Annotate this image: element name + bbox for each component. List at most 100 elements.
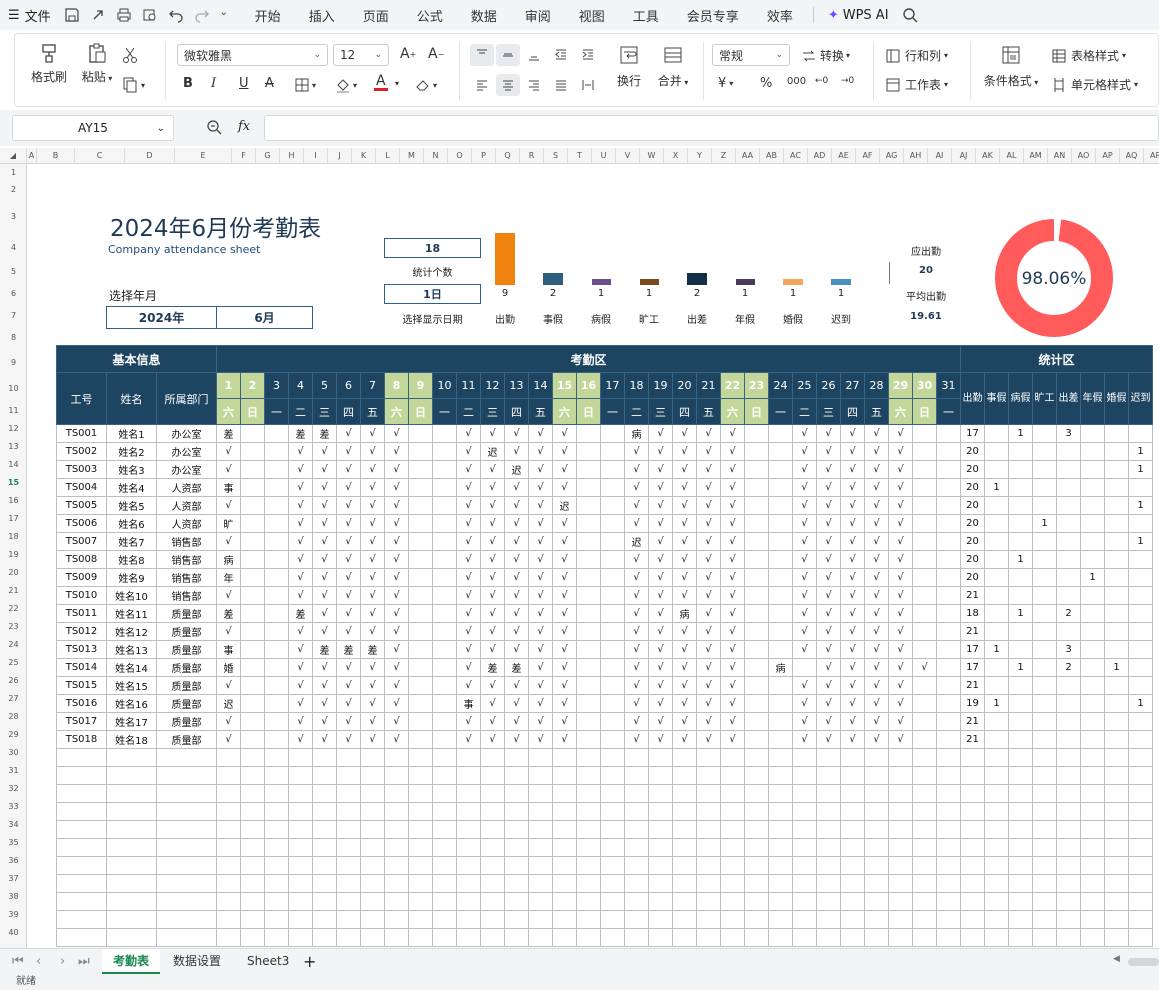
empty-cell[interactable] bbox=[840, 766, 865, 785]
empty-cell[interactable] bbox=[360, 928, 385, 947]
attendance-cell[interactable]: √ bbox=[312, 586, 337, 605]
attendance-cell[interactable]: √ bbox=[552, 622, 577, 641]
empty-cell[interactable] bbox=[1128, 802, 1153, 821]
attendance-cell[interactable] bbox=[912, 478, 937, 497]
attendance-cell[interactable]: √ bbox=[504, 442, 529, 461]
cell-id[interactable]: TS011 bbox=[56, 604, 107, 623]
attendance-cell[interactable] bbox=[576, 568, 601, 587]
empty-cell[interactable] bbox=[1056, 856, 1081, 875]
attendance-cell[interactable] bbox=[240, 694, 265, 713]
attendance-cell[interactable] bbox=[600, 622, 625, 641]
attendance-cell[interactable] bbox=[912, 532, 937, 551]
attendance-cell[interactable]: √ bbox=[336, 460, 361, 479]
attendance-cell[interactable]: √ bbox=[456, 424, 481, 443]
attendance-cell[interactable] bbox=[264, 568, 289, 587]
empty-cell[interactable] bbox=[576, 784, 601, 803]
attendance-cell[interactable]: √ bbox=[672, 694, 697, 713]
attendance-cell[interactable]: √ bbox=[888, 424, 913, 443]
empty-cell[interactable] bbox=[768, 748, 793, 767]
attendance-cell[interactable]: √ bbox=[840, 478, 865, 497]
attendance-cell[interactable]: √ bbox=[672, 730, 697, 749]
empty-cell[interactable] bbox=[56, 766, 107, 785]
empty-cell[interactable] bbox=[552, 874, 577, 893]
stat-cell[interactable] bbox=[1032, 550, 1057, 569]
attendance-cell[interactable] bbox=[432, 496, 457, 515]
stat-cell[interactable] bbox=[1008, 442, 1033, 461]
empty-cell[interactable] bbox=[576, 874, 601, 893]
empty-cell[interactable] bbox=[336, 928, 361, 947]
row-header[interactable]: 24 bbox=[0, 641, 27, 649]
attendance-cell[interactable]: √ bbox=[840, 712, 865, 731]
attendance-cell[interactable] bbox=[264, 730, 289, 749]
empty-cell[interactable] bbox=[528, 784, 553, 803]
border-button[interactable]: ▾ bbox=[294, 77, 316, 93]
stat-cell[interactable] bbox=[984, 550, 1009, 569]
attendance-cell[interactable]: √ bbox=[360, 532, 385, 551]
attendance-cell[interactable] bbox=[744, 568, 769, 587]
attendance-cell[interactable]: √ bbox=[888, 712, 913, 731]
attendance-cell[interactable] bbox=[432, 604, 457, 623]
attendance-cell[interactable]: √ bbox=[624, 550, 649, 569]
empty-cell[interactable] bbox=[1080, 928, 1105, 947]
attendance-cell[interactable] bbox=[600, 442, 625, 461]
attendance-cell[interactable] bbox=[408, 586, 433, 605]
cell-name[interactable]: 姓名15 bbox=[106, 676, 157, 695]
attendance-cell[interactable]: √ bbox=[336, 586, 361, 605]
stat-cell[interactable]: 21 bbox=[960, 712, 985, 731]
empty-cell[interactable] bbox=[576, 802, 601, 821]
stat-cell[interactable]: 1 bbox=[984, 694, 1009, 713]
stat-cell[interactable] bbox=[1008, 568, 1033, 587]
attendance-cell[interactable]: √ bbox=[336, 568, 361, 587]
attendance-cell[interactable] bbox=[936, 460, 961, 479]
empty-cell[interactable] bbox=[56, 802, 107, 821]
attendance-cell[interactable] bbox=[912, 424, 937, 443]
attendance-cell[interactable]: √ bbox=[312, 460, 337, 479]
empty-cell[interactable] bbox=[840, 820, 865, 839]
attendance-cell[interactable] bbox=[408, 496, 433, 515]
attendance-cell[interactable]: √ bbox=[864, 442, 889, 461]
stat-cell[interactable]: 1 bbox=[984, 640, 1009, 659]
stat-cell[interactable] bbox=[1032, 460, 1057, 479]
empty-cell[interactable] bbox=[816, 820, 841, 839]
attendance-cell[interactable] bbox=[408, 694, 433, 713]
empty-cell[interactable] bbox=[240, 892, 265, 911]
cell-dept[interactable]: 质量部 bbox=[156, 622, 217, 641]
empty-cell[interactable] bbox=[528, 820, 553, 839]
attendance-cell[interactable]: √ bbox=[528, 460, 553, 479]
attendance-cell[interactable]: √ bbox=[888, 676, 913, 695]
empty-cell[interactable] bbox=[1032, 856, 1057, 875]
empty-cell[interactable] bbox=[720, 838, 745, 857]
attendance-cell[interactable]: √ bbox=[216, 442, 241, 461]
attendance-cell[interactable]: √ bbox=[360, 496, 385, 515]
attendance-cell[interactable]: √ bbox=[288, 730, 313, 749]
empty-cell[interactable] bbox=[1008, 892, 1033, 911]
empty-cell[interactable] bbox=[456, 820, 481, 839]
attendance-cell[interactable]: √ bbox=[312, 712, 337, 731]
attendance-cell[interactable] bbox=[408, 622, 433, 641]
cell-dept[interactable]: 质量部 bbox=[156, 676, 217, 695]
empty-cell[interactable] bbox=[106, 892, 157, 911]
stat-cell[interactable] bbox=[1104, 604, 1129, 623]
attendance-cell[interactable] bbox=[240, 586, 265, 605]
attendance-cell[interactable] bbox=[936, 676, 961, 695]
empty-cell[interactable] bbox=[960, 874, 985, 893]
empty-cell[interactable] bbox=[528, 838, 553, 857]
empty-cell[interactable] bbox=[504, 820, 529, 839]
cell-dept[interactable]: 质量部 bbox=[156, 694, 217, 713]
attendance-cell[interactable]: √ bbox=[816, 550, 841, 569]
cell-dept[interactable]: 办公室 bbox=[156, 442, 217, 461]
stat-cell[interactable] bbox=[1104, 730, 1129, 749]
attendance-cell[interactable]: √ bbox=[504, 730, 529, 749]
attendance-cell[interactable]: √ bbox=[792, 442, 817, 461]
attendance-cell[interactable]: √ bbox=[480, 514, 505, 533]
attendance-cell[interactable]: √ bbox=[888, 640, 913, 659]
attendance-cell[interactable] bbox=[576, 478, 601, 497]
empty-cell[interactable] bbox=[56, 874, 107, 893]
empty-cell[interactable] bbox=[720, 892, 745, 911]
attendance-cell[interactable]: √ bbox=[720, 730, 745, 749]
stat-cell[interactable] bbox=[1080, 442, 1105, 461]
attendance-cell[interactable]: √ bbox=[528, 676, 553, 695]
stat-cell[interactable] bbox=[1128, 568, 1153, 587]
attendance-cell[interactable] bbox=[744, 442, 769, 461]
column-header[interactable]: P bbox=[472, 148, 496, 164]
